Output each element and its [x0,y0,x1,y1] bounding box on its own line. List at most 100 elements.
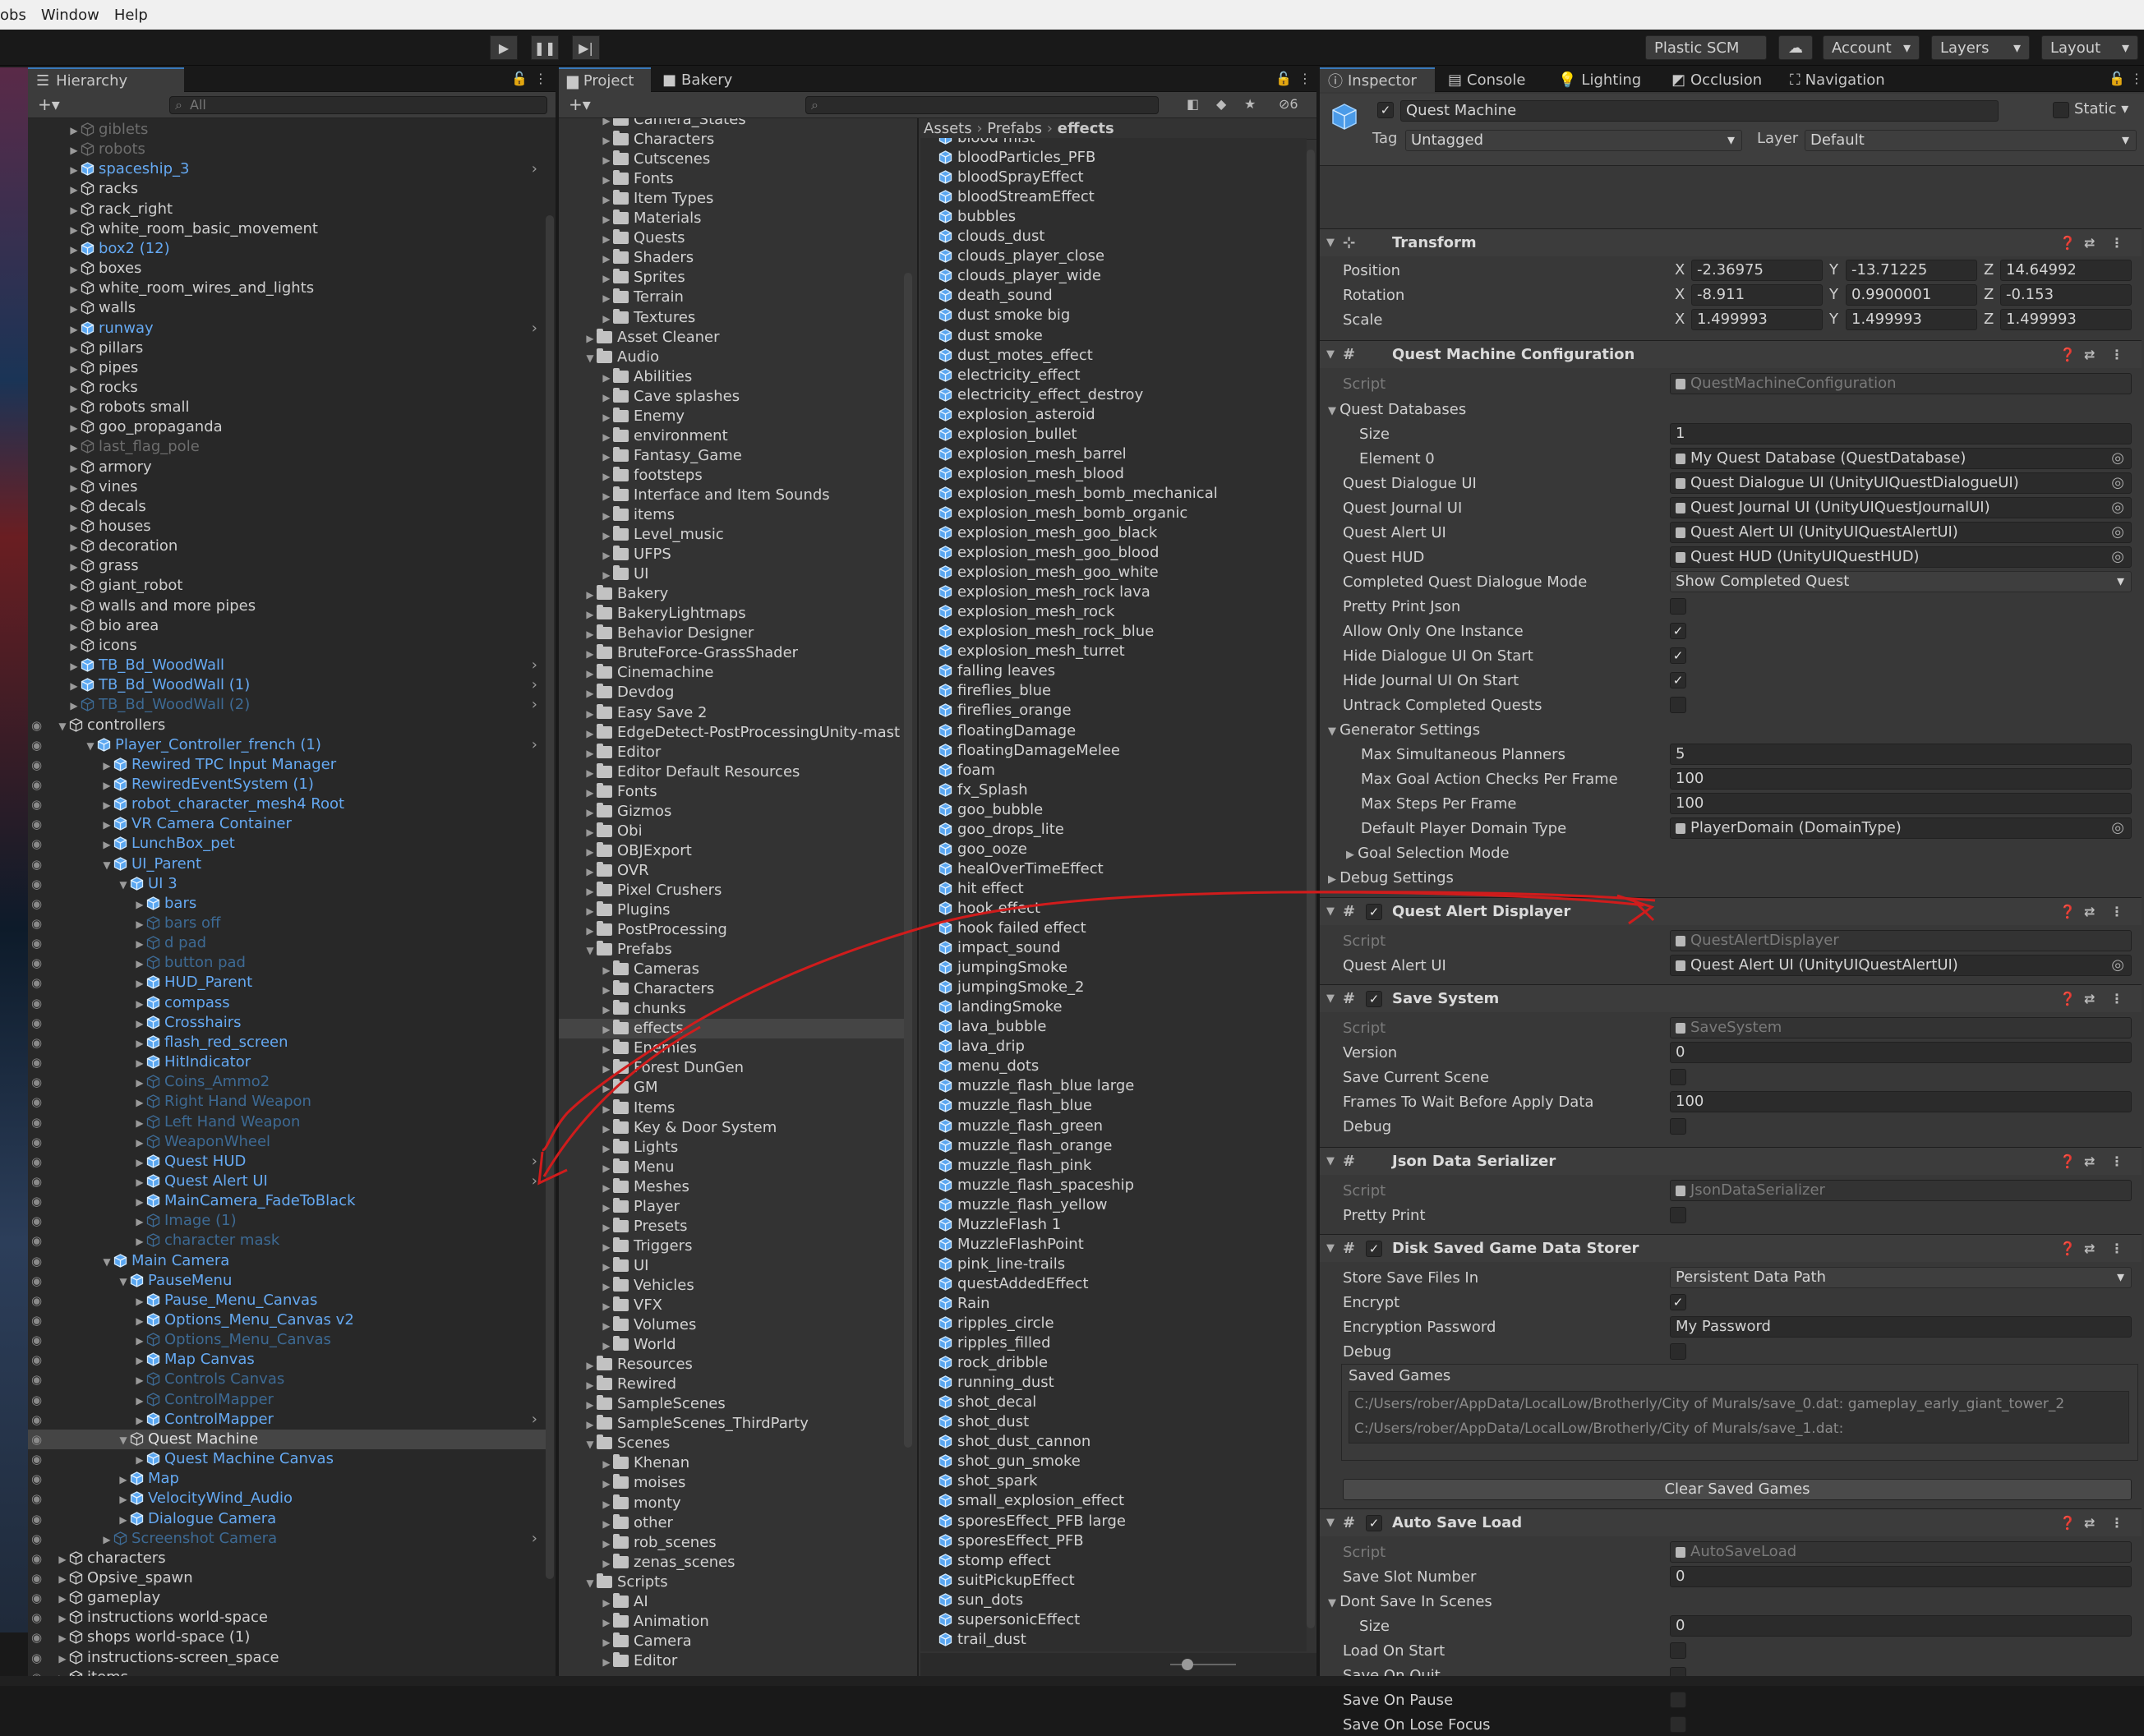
asset-item[interactable]: hook failed effect [920,919,1307,938]
pretty-print-checkbox[interactable] [1670,1207,1686,1223]
hierarchy-row[interactable]: ◉ ▶ Right Hand Weapon [28,1092,546,1112]
expand-arrow-icon[interactable]: ▶ [600,210,613,229]
asset-item[interactable]: lava_drip [920,1037,1307,1057]
folder-tree-item[interactable]: ▶ Player [559,1197,904,1217]
folder-tree-item[interactable]: ▶ chunks [559,999,904,1019]
expand-arrow-icon[interactable]: ▶ [133,1232,146,1251]
asset-item[interactable]: muzzle_flash_orange [920,1136,1307,1156]
asset-item[interactable]: trail_dust [920,1630,1307,1650]
object-picker-icon[interactable]: ◎ [2111,547,2124,567]
expand-arrow-icon[interactable]: ▶ [583,744,597,763]
transform-scale-z[interactable]: 1.499993 [2000,309,2132,330]
generator-settings-foldout[interactable]: ▼ Generator Settings [1328,719,1480,741]
save-system-header[interactable]: ▼ # ✓ Save System ❓ ⇄ ⋮ [1320,984,2142,1012]
ss-debug-checkbox[interactable] [1670,1118,1686,1135]
expand-arrow-icon[interactable]: ▶ [583,921,597,941]
folder-tree-item[interactable]: ▶ EdgeDetect-PostProcessingUnity-mast [559,723,904,743]
collapse-arrow-icon[interactable]: ▼ [1326,1509,1335,1537]
expand-arrow-icon[interactable]: ▶ [117,1510,130,1530]
visibility-icon[interactable]: ◉ [31,1588,42,1608]
folder-tree-item[interactable]: ▶ Cutscenes [559,150,904,169]
disk-saved-game-data-storer-header[interactable]: ▼ # ✓ Disk Saved Game Data Storer ❓ ⇄ ⋮ [1320,1234,2142,1262]
max-simultaneous-planners-field[interactable]: 5 [1670,744,2132,765]
preset-icon[interactable]: ⇄ [2084,985,2095,1013]
asset-item[interactable]: goo_drops_lite [920,820,1307,840]
hierarchy-row[interactable]: ◉ ▶ WeaponWheel [28,1132,546,1152]
asset-item[interactable]: bloodSprayEffect [920,168,1307,187]
folder-tree-item[interactable]: ▶ Enemy [559,407,904,426]
expand-arrow-icon[interactable]: ▼ [117,875,130,895]
debug-settings-foldout[interactable]: ▶ Debug Settings [1328,867,1454,889]
encryption-password-field[interactable]: My Password [1670,1316,2132,1338]
kebab-menu-icon[interactable]: ⋮ [2110,1509,2123,1537]
folder-tree-item[interactable]: ▶ Asset Cleaner [559,328,904,348]
tab-bakery[interactable]: ■ Bakery [654,67,753,92]
help-icon[interactable]: ❓ [2059,229,2076,257]
expand-arrow-icon[interactable]: ▶ [583,901,597,921]
collapse-arrow-icon[interactable]: ▼ [1326,898,1335,926]
folder-tree-item[interactable]: ▶ Items [559,1098,904,1118]
asset-item[interactable]: small_explosion_effect [920,1491,1307,1511]
expand-arrow-icon[interactable]: ▶ [133,1351,146,1370]
expand-arrow-icon[interactable]: ▶ [133,954,146,974]
expand-arrow-icon[interactable]: ▶ [583,1395,597,1415]
visibility-icon[interactable]: ◉ [31,1330,42,1350]
hierarchy-row[interactable]: ▶ rack_right [28,200,546,219]
expand-arrow-icon[interactable]: ▶ [67,597,81,617]
expand-arrow-icon[interactable]: ▶ [600,506,613,526]
asset-item[interactable]: explosion_mesh_bomb_organic [920,504,1307,523]
asset-item[interactable]: pink_line-trails [920,1255,1307,1274]
hierarchy-row[interactable]: ▶ giant_robot [28,576,546,596]
expand-arrow-icon[interactable]: ▶ [133,1113,146,1133]
visibility-icon[interactable]: ◉ [31,1231,42,1250]
object-picker-icon[interactable]: ◎ [2111,498,2124,518]
json-data-serializer-header[interactable]: ▼ # Json Data Serializer ❓ ⇄ ⋮ [1320,1147,2142,1175]
folder-tree-item[interactable]: ▶ Menu [559,1158,904,1177]
visibility-icon[interactable]: ◉ [31,914,42,933]
dont-save-in-scenes-foldout[interactable]: ▼ Dont Save In Scenes [1328,1591,1492,1613]
expand-arrow-icon[interactable]: ▶ [583,684,597,703]
hierarchy-row[interactable]: ◉ ▶ instructions world-space [28,1608,546,1628]
saved-game-entry[interactable]: C:/Users/rober/AppData/LocalLow/Brotherl… [1354,1418,1843,1440]
folder-tree-item[interactable]: ▶ footsteps [559,466,904,486]
asset-item[interactable]: questAddedEffect [920,1274,1307,1294]
hierarchy-row[interactable]: ◉ ▶ Left Hand Weapon [28,1112,546,1132]
asset-item[interactable]: explosion_mesh_blood [920,464,1307,484]
expand-arrow-icon[interactable]: ▶ [583,1415,597,1434]
preset-icon[interactable]: ⇄ [2084,898,2095,926]
tab-project[interactable]: ▆ Project [559,67,651,92]
quest-db-size-field[interactable]: 1 [1670,423,2132,444]
asset-item[interactable]: electricity_effect [920,366,1307,385]
expand-arrow-icon[interactable]: ▶ [600,1613,613,1632]
folder-tree-item[interactable]: ▶ Textures [559,308,904,328]
folder-tree-item[interactable]: ▶ OVR [559,861,904,881]
folder-tree-item[interactable]: ▶ Vehicles [559,1276,904,1296]
expand-arrow-icon[interactable]: ▼ [583,348,597,368]
asset-item[interactable]: electricity_effect_destroy [920,385,1307,405]
collapse-arrow-icon[interactable]: ▼ [1326,229,1335,257]
help-icon[interactable]: ❓ [2059,1235,2076,1263]
folder-tree-item[interactable]: ▶ Gizmos [559,802,904,822]
folder-tree-item[interactable]: ▶ Cinemachine [559,663,904,683]
hierarchy-row[interactable]: ▶ walls and more pipes [28,596,546,616]
asset-item[interactable]: shot_dust [920,1412,1307,1432]
expand-arrow-icon[interactable]: ▶ [600,1237,613,1257]
hierarchy-row[interactable]: ◉ ▶ Dialogue Camera [28,1509,546,1529]
hierarchy-row[interactable]: ◉ ▶ RewiredEventSystem (1) [28,775,546,794]
asset-item[interactable]: muzzle_flash_yellow [920,1195,1307,1215]
expand-arrow-icon[interactable]: ▼ [583,1573,597,1593]
expand-arrow-icon[interactable]: ▼ [583,941,597,960]
clear-saved-games-button[interactable]: Clear Saved Games [1343,1479,2132,1500]
expand-arrow-icon[interactable]: ▶ [600,1454,613,1474]
hierarchy-search-input[interactable]: ⌕ All [169,96,547,114]
folder-tree-item[interactable]: ▶ UFPS [559,545,904,564]
transform-rotation-y[interactable]: 0.9900001 [1846,284,1977,306]
hierarchy-row[interactable]: ▶ white_room_basic_movement [28,219,546,239]
favorite-icon[interactable]: ★ [1244,96,1256,112]
hierarchy-row[interactable]: ◉ ▶ VelocityWind_Audio [28,1489,546,1508]
expand-arrow-icon[interactable]: ▶ [600,1652,613,1672]
kebab-menu-icon[interactable]: ⋮ [2110,1235,2123,1263]
object-picker-icon[interactable]: ◎ [2111,523,2124,542]
visibility-icon[interactable]: ◉ [31,1390,42,1410]
chevron-right-icon[interactable]: › [532,656,537,675]
